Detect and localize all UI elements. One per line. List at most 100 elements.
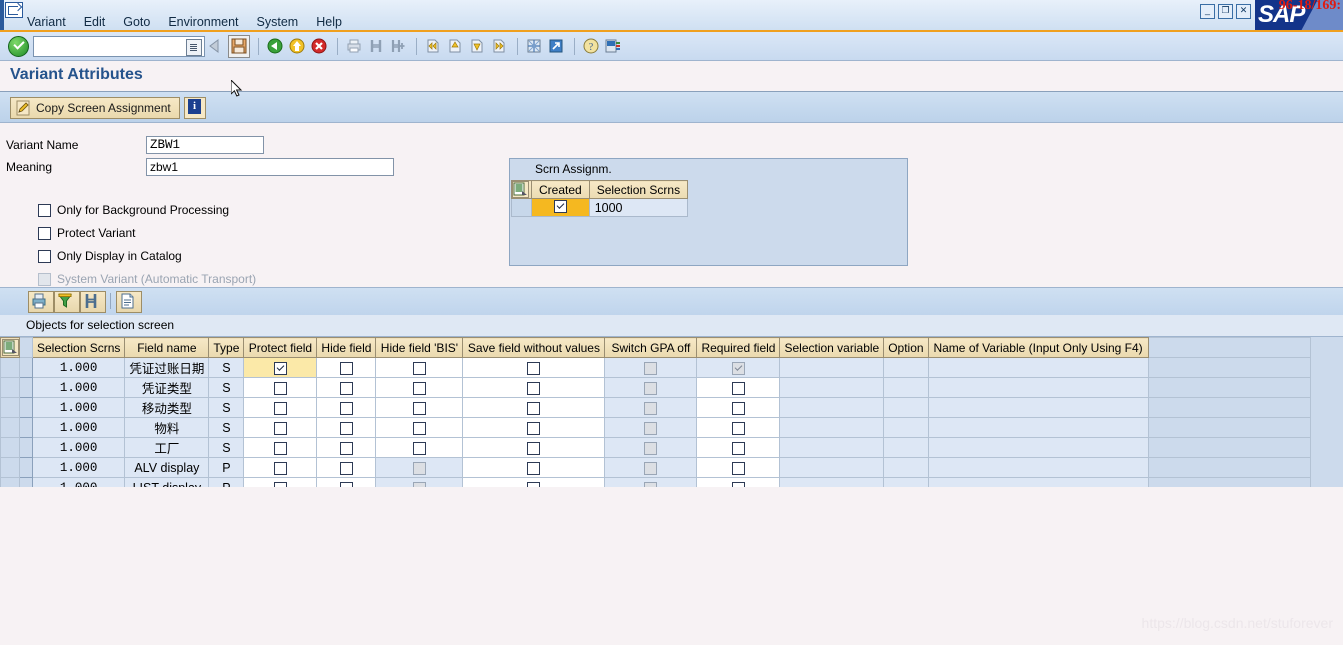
back-icon[interactable] — [265, 36, 285, 57]
grid-find-button[interactable] — [80, 291, 106, 313]
cell-selection-scrns[interactable]: 1.000 — [31, 377, 126, 398]
table-row[interactable]: 1.000 物料 S — [0, 417, 1311, 438]
cell-field-name[interactable]: 凭证类型 — [124, 377, 210, 398]
copy-screen-assignment-button[interactable]: Copy Screen Assignment — [10, 97, 180, 119]
cell-option[interactable] — [883, 357, 929, 378]
cell-field-name[interactable]: LIST display — [124, 477, 210, 487]
find-next-icon[interactable] — [388, 36, 408, 57]
grid-filter-button[interactable] — [54, 291, 80, 313]
cell-field-name[interactable]: 工厂 — [124, 437, 210, 458]
table-menu-icon-cell[interactable] — [511, 180, 532, 199]
cell-name-of-variable[interactable] — [927, 397, 1149, 418]
checkbox-protect-field[interactable] — [273, 461, 287, 475]
row-selector[interactable] — [19, 417, 33, 438]
table-row[interactable]: 1.000 凭证过账日期 S — [0, 357, 1311, 378]
green-check-icon[interactable] — [8, 36, 29, 57]
checkbox-hide-field[interactable] — [339, 381, 353, 395]
menu-item-variant[interactable]: Variant — [18, 15, 75, 29]
checkbox-protect-field[interactable] — [273, 361, 287, 375]
shortcut-icon[interactable] — [546, 36, 566, 57]
row-selector[interactable] — [19, 377, 33, 398]
cell-selection-scrns[interactable]: 1.000 — [31, 417, 126, 438]
cell-protect-field[interactable] — [243, 377, 318, 398]
variant-name-input[interactable]: ZBW1 — [146, 136, 264, 154]
checkbox-save-field-without-values[interactable] — [527, 381, 541, 395]
cell-selection-scrns[interactable]: 1.000 — [31, 437, 126, 458]
cell-save-field-without-values[interactable] — [462, 477, 606, 487]
menu-item-system[interactable]: System — [248, 15, 308, 29]
cell-type[interactable]: P — [208, 477, 245, 487]
print-icon[interactable] — [344, 36, 364, 57]
cell-option[interactable] — [883, 417, 929, 438]
grid-col-hide-field-bis[interactable]: Hide field 'BIS' — [375, 337, 464, 358]
checkbox-box[interactable] — [38, 249, 51, 263]
grid-settings-icon-cell[interactable] — [0, 337, 20, 358]
layout-menu-icon[interactable] — [603, 36, 623, 57]
cell-type[interactable]: S — [208, 377, 245, 398]
grid-col-selection-scrns[interactable]: Selection Scrns — [31, 337, 126, 358]
cell-hide-field-bis[interactable] — [375, 397, 464, 418]
cell-protect-field[interactable] — [243, 457, 318, 478]
table-row[interactable]: 1.000 凭证类型 S — [0, 377, 1311, 398]
checkbox-hide-field[interactable] — [339, 421, 353, 435]
cell-option[interactable] — [883, 377, 929, 398]
scrn-col-selection-scrns[interactable]: Selection Scrns — [588, 180, 689, 199]
command-dropdown-icon[interactable] — [186, 39, 202, 56]
checkbox-protect-field[interactable] — [273, 381, 287, 395]
cell-selection-variable[interactable] — [779, 377, 885, 398]
checkbox-protect-field[interactable] — [273, 441, 287, 455]
cell-protect-field[interactable] — [243, 417, 318, 438]
checkbox-hide-field[interactable] — [339, 461, 353, 475]
checkbox-hide-field[interactable] — [339, 441, 353, 455]
grid-col-selection-variable[interactable]: Selection variable — [779, 337, 885, 358]
cell-save-field-without-values[interactable] — [462, 377, 606, 398]
cell-protect-field[interactable] — [243, 357, 318, 378]
table-row[interactable]: 1000 — [511, 198, 689, 217]
command-input[interactable] — [37, 38, 189, 57]
cell-required-field[interactable] — [696, 477, 781, 487]
cell-selection-scrns[interactable]: 1.000 — [31, 357, 126, 378]
close-button[interactable]: ✕ — [1236, 4, 1251, 19]
cell-name-of-variable[interactable] — [927, 377, 1149, 398]
checkbox-save-field-without-values[interactable] — [527, 441, 541, 455]
grid-col-save-field-without-values[interactable]: Save field without values — [462, 337, 606, 358]
cell-type[interactable]: P — [208, 457, 245, 478]
cell-hide-field[interactable] — [316, 437, 377, 458]
cell-hide-field[interactable] — [316, 477, 377, 487]
minimize-button[interactable]: _ — [1200, 4, 1215, 19]
grid-col-type[interactable]: Type — [208, 337, 245, 358]
row-selector[interactable] — [19, 457, 33, 478]
cell-field-name[interactable]: 物料 — [124, 417, 210, 438]
cell-hide-field-bis[interactable] — [375, 357, 464, 378]
created-checkbox[interactable] — [553, 199, 567, 213]
grid-col-hide-field[interactable]: Hide field — [316, 337, 377, 358]
grid-print-list-button[interactable] — [116, 291, 142, 313]
table-row[interactable]: 1.000 ALV display P — [0, 457, 1311, 478]
grid-col-protect-field[interactable]: Protect field — [243, 337, 318, 358]
grid-col-option[interactable]: Option — [883, 337, 929, 358]
cell-type[interactable]: S — [208, 437, 245, 458]
row-selector[interactable] — [511, 198, 532, 217]
cell-hide-field[interactable] — [316, 417, 377, 438]
row-selector[interactable] — [19, 437, 33, 458]
checkbox-box[interactable] — [38, 203, 51, 217]
checkbox-hide-field[interactable] — [339, 401, 353, 415]
cell-save-field-without-values[interactable] — [462, 437, 606, 458]
checkbox-hide-field-bis[interactable] — [412, 421, 426, 435]
back-nav-icon[interactable] — [206, 36, 226, 57]
checkbox-save-field-without-values[interactable] — [527, 421, 541, 435]
checkbox-hide-field-bis[interactable] — [412, 361, 426, 375]
checkbox-save-field-without-values[interactable] — [527, 401, 541, 415]
cell-save-field-without-values[interactable] — [462, 457, 606, 478]
cell-selection-scrns[interactable]: 1.000 — [31, 397, 126, 418]
info-button[interactable] — [184, 97, 206, 119]
cell-name-of-variable[interactable] — [927, 417, 1149, 438]
cell-option[interactable] — [883, 397, 929, 418]
row-selector[interactable] — [19, 397, 33, 418]
grid-col-required-field[interactable]: Required field — [696, 337, 781, 358]
create-session-icon[interactable] — [524, 36, 544, 57]
exit-icon[interactable] — [287, 36, 307, 57]
cell-required-field[interactable] — [696, 437, 781, 458]
cell-type[interactable]: S — [208, 417, 245, 438]
checkbox-hide-field-bis[interactable] — [412, 441, 426, 455]
